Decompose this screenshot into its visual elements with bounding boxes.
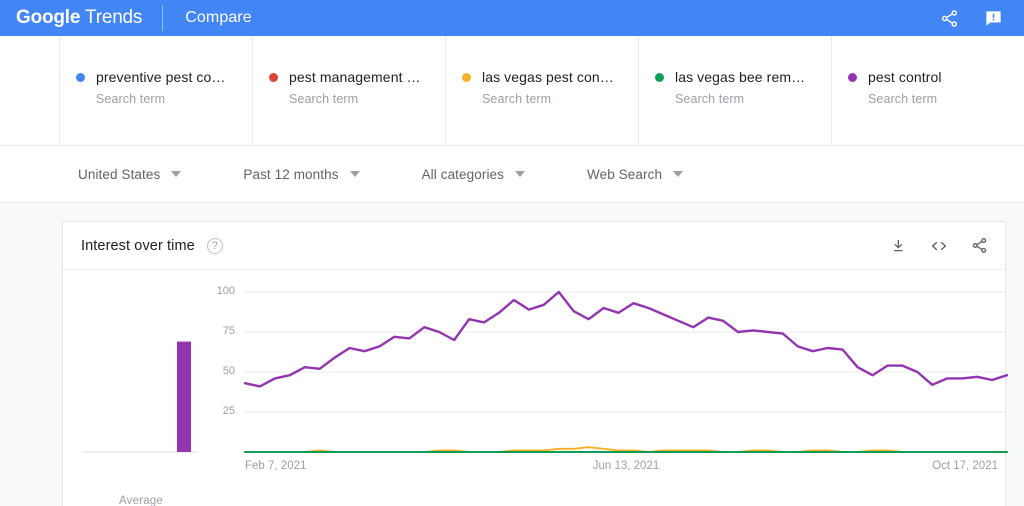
nav-compare[interactable]: Compare	[185, 9, 252, 27]
card-toolbar	[889, 236, 989, 256]
download-icon[interactable]	[889, 236, 909, 256]
term-head: las vegas pest con…	[462, 69, 622, 85]
average-panel: Average	[77, 284, 205, 506]
page-title: Interest over time	[81, 237, 195, 254]
series-dot-blue	[76, 72, 85, 82]
interest-over-time-card: Interest over time ? Average 25 50 75 10…	[62, 221, 1009, 506]
search-term-card-3[interactable]: las vegas pest con… Search term	[446, 36, 639, 145]
term-head: pest management …	[269, 69, 429, 85]
embed-code-icon[interactable]	[929, 236, 949, 256]
search-term-type: Search term	[868, 92, 938, 106]
header-actions	[938, 7, 1010, 29]
series-dot-purple	[848, 72, 857, 82]
logo-google-text: Google	[16, 7, 81, 28]
average-axis-label: Average	[118, 495, 164, 506]
share-icon[interactable]	[938, 7, 960, 29]
terms-container: preventive pest co… Search term pest man…	[60, 36, 1024, 145]
filter-search-type[interactable]: Web Search	[587, 166, 684, 182]
y-tick-label: 75	[222, 325, 235, 337]
series-dot-green	[655, 72, 664, 82]
filter-location-label: United States	[78, 166, 161, 182]
average-bar-chart[interactable]	[77, 284, 205, 484]
chevron-down-icon	[171, 171, 182, 177]
search-term-card-5[interactable]: pest control Search term	[832, 36, 1024, 145]
search-term-card-1[interactable]: preventive pest co… Search term	[60, 36, 253, 145]
card-header: Interest over time ?	[63, 222, 1005, 270]
search-term-label: las vegas bee rem…	[675, 69, 806, 85]
page-body: Interest over time ? Average 25 50 75 10…	[0, 203, 1024, 506]
filter-category-label: All categories	[421, 166, 505, 182]
filter-search-type-label: Web Search	[587, 166, 663, 182]
feedback-icon[interactable]	[982, 7, 1004, 29]
terms-left-gutter	[0, 36, 60, 145]
x-tick-label: Feb 7, 2021	[245, 460, 307, 472]
filter-time-range-label: Past 12 months	[243, 166, 339, 182]
series-dot-red	[269, 72, 278, 82]
y-tick-label: 50	[222, 365, 235, 377]
filter-time-range[interactable]: Past 12 months	[243, 166, 360, 182]
google-trends-logo[interactable]: Google Trends	[16, 7, 142, 29]
filter-location[interactable]: United States	[78, 166, 182, 182]
search-term-type: Search term	[482, 92, 552, 106]
filter-category[interactable]: All categories	[421, 166, 526, 182]
chevron-down-icon	[673, 171, 684, 177]
y-tick-label: 25	[222, 405, 235, 417]
search-term-label: pest control	[868, 69, 942, 85]
search-term-label: las vegas pest con…	[482, 69, 614, 85]
y-tick-label: 100	[216, 285, 235, 297]
help-circle-icon[interactable]: ?	[206, 237, 223, 254]
line-chart-panel: 25 50 75 100 Feb 7, 2021 Jun 13, 2021 Oct 17,…	[205, 284, 1015, 506]
share-icon[interactable]	[969, 236, 989, 256]
search-term-type: Search term	[96, 92, 166, 106]
term-head: pest control	[848, 69, 1008, 85]
search-term-card-2[interactable]: pest management … Search term	[253, 36, 446, 145]
average-bar	[177, 341, 191, 452]
search-terms-row: preventive pest co… Search term pest man…	[0, 36, 1024, 146]
app-header: Google Trends Compare	[0, 0, 1024, 36]
search-term-label: preventive pest co…	[96, 69, 226, 85]
header-divider	[162, 5, 164, 31]
logo-trends-text: Trends	[85, 7, 143, 28]
interest-over-time-line-chart[interactable]	[205, 284, 1015, 484]
x-tick-label: Jun 13, 2021	[592, 460, 660, 472]
chart-body: Average 25 50 75 100 Feb 7, 2021 Jun 13, 202…	[63, 270, 1009, 506]
term-head: preventive pest co…	[76, 69, 236, 85]
x-tick-label: Oct 17, 2021	[932, 460, 999, 472]
search-term-type: Search term	[675, 92, 745, 106]
chevron-down-icon	[349, 171, 360, 177]
search-term-card-4[interactable]: las vegas bee rem… Search term	[639, 36, 832, 145]
chevron-down-icon	[515, 171, 526, 177]
series-dot-yellow	[462, 72, 471, 82]
filter-bar: United States Past 12 months All categor…	[0, 146, 1024, 203]
search-term-label: pest management …	[289, 69, 421, 85]
search-term-type: Search term	[289, 92, 359, 106]
term-head: las vegas bee rem…	[655, 69, 815, 85]
